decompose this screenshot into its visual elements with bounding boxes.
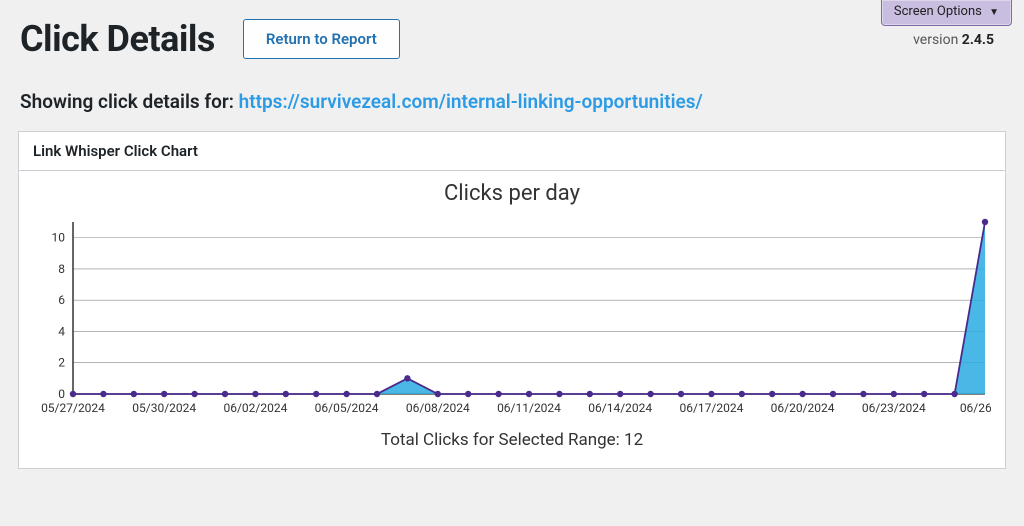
version-text: version 2.4.5 (913, 32, 994, 48)
return-to-report-button[interactable]: Return to Report (243, 19, 400, 59)
clicks-chart: 0 2 4 6 8 10 05/27/2024 05/30/2024 06/02/2024 06/… (31, 212, 991, 422)
showing-line: Showing click details for: https://survi… (0, 64, 1024, 127)
svg-text:06/20/2024: 06/20/2024 (771, 401, 835, 415)
panel-title: Link Whisper Click Chart (19, 132, 1005, 171)
svg-text:05/27/2024: 05/27/2024 (41, 401, 105, 415)
svg-text:06/26/20: 06/26/20 (960, 401, 991, 415)
svg-text:6: 6 (58, 293, 65, 307)
svg-text:0: 0 (58, 387, 65, 401)
svg-text:06/14/2024: 06/14/2024 (588, 401, 652, 415)
chart-panel: Link Whisper Click Chart Clicks per day … (18, 131, 1006, 469)
svg-text:2: 2 (58, 356, 65, 370)
svg-text:06/23/2024: 06/23/2024 (862, 401, 926, 415)
svg-text:06/08/2024: 06/08/2024 (406, 401, 470, 415)
total-clicks-label: Total Clicks for Selected Range: 12 (31, 422, 993, 460)
showing-url-link[interactable]: https://survivezeal.com/internal-linking… (239, 90, 703, 113)
chart-title: Clicks per day (31, 181, 993, 206)
page-title: Click Details (20, 18, 215, 60)
svg-text:10: 10 (52, 231, 66, 245)
svg-text:06/02/2024: 06/02/2024 (223, 401, 287, 415)
showing-label: Showing click details for: (20, 90, 239, 113)
svg-text:06/11/2024: 06/11/2024 (497, 401, 561, 415)
svg-text:4: 4 (58, 324, 65, 338)
svg-text:8: 8 (58, 262, 65, 276)
svg-text:06/05/2024: 06/05/2024 (315, 401, 379, 415)
svg-text:05/30/2024: 05/30/2024 (132, 401, 196, 415)
svg-text:06/17/2024: 06/17/2024 (679, 401, 743, 415)
